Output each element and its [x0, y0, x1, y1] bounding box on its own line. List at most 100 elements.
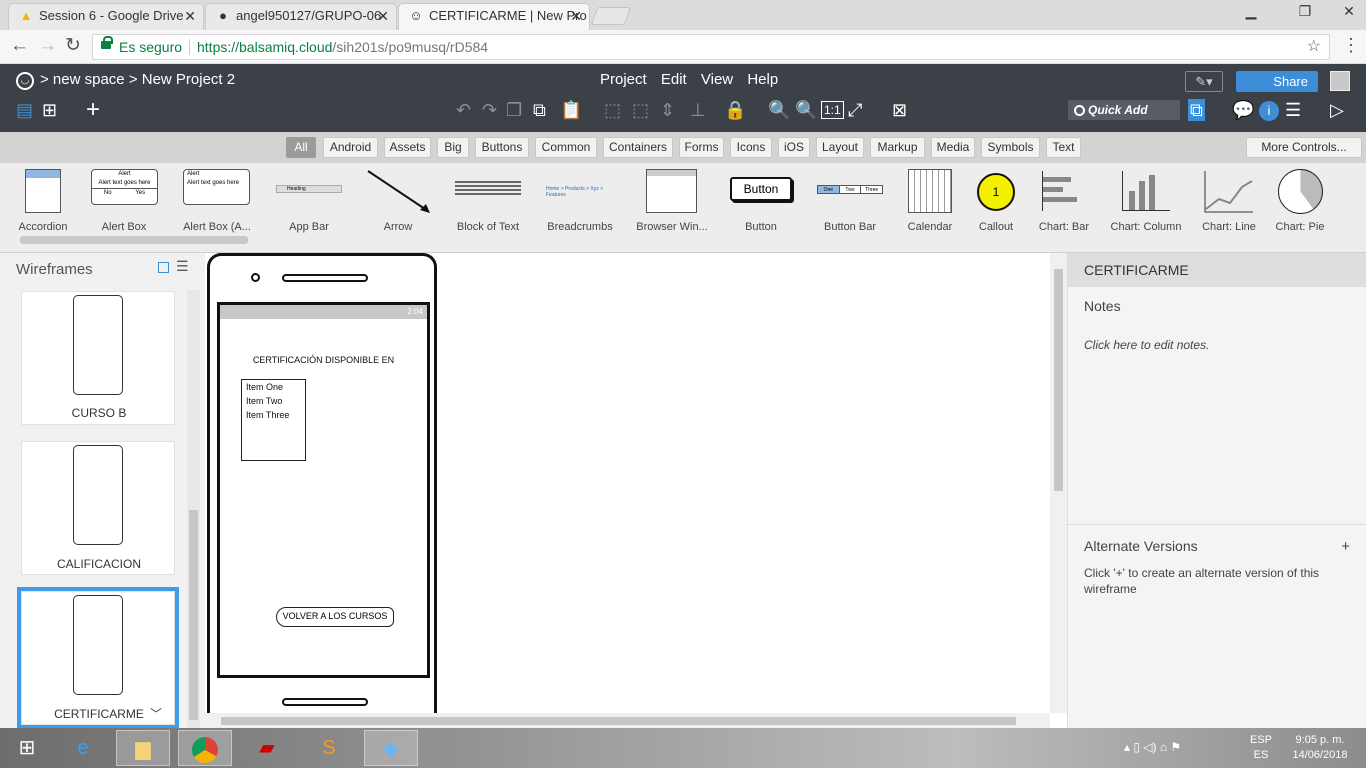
alert-box-android-thumb[interactable]: Alert Alert text goes here — [183, 169, 250, 205]
browser-menu-icon[interactable]: ⋮ — [1342, 35, 1360, 55]
menu-help[interactable]: Help — [747, 71, 778, 88]
category-forms[interactable]: Forms — [679, 137, 724, 158]
category-icons[interactable]: Icons — [730, 137, 772, 158]
library-item-label[interactable]: Alert Box — [74, 221, 174, 233]
language-indicator[interactable]: ESP ES — [1246, 733, 1276, 763]
copy-icon[interactable]: ❐ — [506, 99, 522, 121]
list-item[interactable]: Item Three — [242, 408, 305, 422]
paste-icon[interactable]: 📋 — [560, 99, 582, 121]
category-media[interactable]: Media — [931, 137, 975, 158]
list-view-toggle-icon[interactable]: ☰ — [176, 258, 189, 275]
chart-bar-thumb[interactable] — [1042, 171, 1084, 211]
user-avatar[interactable] — [1330, 71, 1350, 91]
chart-pie-thumb[interactable] — [1278, 169, 1323, 214]
close-tab-icon[interactable]: ✕ — [570, 4, 582, 28]
tab-google-drive[interactable]: ▲ Session 6 - Google Drive ✕ — [8, 3, 204, 30]
callout-thumb[interactable]: 1 — [977, 173, 1015, 211]
canvas-hscroll-thumb[interactable] — [221, 717, 1016, 725]
wireframe-card-calificacion[interactable]: CALIFICACION — [21, 441, 175, 575]
maximize-icon[interactable]: ❐ — [1290, 0, 1320, 24]
internet-explorer-icon[interactable]: e — [56, 730, 110, 766]
list-item[interactable]: Item One — [242, 380, 305, 394]
comments-icon[interactable]: 💬 — [1232, 99, 1254, 121]
minimize-icon[interactable]: ▁ — [1236, 0, 1266, 24]
notes-list-icon[interactable]: ☰ — [1285, 99, 1301, 121]
chart-line-thumb[interactable] — [1204, 171, 1254, 213]
calendar-thumb[interactable] — [908, 169, 952, 213]
close-tab-icon[interactable]: ✕ — [377, 4, 389, 28]
library-item-label[interactable]: Block of Text — [438, 221, 538, 233]
share-button[interactable]: Share — [1236, 71, 1318, 92]
category-containers[interactable]: Containers — [603, 137, 673, 158]
wireframe-title[interactable]: CERTIFICACIÓN DISPONIBLE EN — [220, 355, 427, 365]
sidebar-scroll-thumb[interactable] — [189, 510, 198, 720]
duplicate-icon[interactable]: ⧉ — [533, 99, 546, 121]
bookmark-star-icon[interactable]: ☆ — [1307, 35, 1321, 59]
category-markup[interactable]: Markup — [870, 137, 925, 158]
tab-certificarme[interactable]: ☺ CERTIFICARME | New Pro ✕ — [398, 3, 590, 31]
chrome-icon[interactable] — [178, 730, 232, 766]
distribute-icon[interactable]: ⊥ — [690, 99, 706, 121]
app-icon[interactable]: ◆ — [364, 730, 418, 766]
file-explorer-icon[interactable]: ▆ — [116, 730, 170, 766]
category-android[interactable]: Android — [323, 137, 378, 158]
align-icon[interactable]: ⇕ — [660, 99, 675, 121]
button-thumb[interactable]: Button — [730, 177, 792, 201]
thumbnail-view-icon[interactable] — [158, 262, 169, 273]
category-symbols[interactable]: Symbols — [981, 137, 1040, 158]
redo-icon[interactable]: ↷ — [482, 99, 497, 121]
browser-window-thumb[interactable] — [646, 169, 697, 213]
group-icon[interactable]: ⬚ — [604, 99, 621, 121]
arrow-icon[interactable] — [364, 167, 434, 215]
accordion-thumb[interactable] — [25, 169, 61, 213]
info-icon[interactable]: i — [1259, 101, 1279, 121]
library-item-label[interactable]: Button — [711, 221, 811, 233]
library-item-label[interactable]: Arrow — [348, 221, 448, 233]
fit-screen-icon[interactable]: ⤢ — [848, 99, 862, 121]
more-controls-button[interactable]: More Controls... — [1246, 137, 1362, 158]
menu-view[interactable]: View — [701, 71, 733, 88]
ungroup-icon[interactable]: ⬚ — [632, 99, 649, 121]
acrobat-icon[interactable]: ▰ — [240, 730, 294, 766]
reload-icon[interactable]: ↻ — [65, 36, 81, 55]
block-of-text-thumb[interactable] — [455, 181, 521, 197]
category-ios[interactable]: iOS — [778, 137, 810, 158]
category-buttons[interactable]: Buttons — [475, 137, 529, 158]
phone-frame[interactable]: 2:04 CERTIFICACIÓN DISPONIBLE EN Item On… — [207, 253, 437, 723]
sidebar-scrollbar[interactable] — [187, 290, 200, 728]
quick-add-input[interactable]: Quick Add — [1068, 100, 1180, 120]
list-item[interactable]: Item Two — [242, 394, 305, 408]
phone-screen[interactable]: 2:04 CERTIFICACIÓN DISPONIBLE EN Item On… — [217, 302, 430, 678]
wireframe-card-certificarme[interactable]: CERTIFICARME ﹀ — [17, 587, 179, 729]
zoom-out-icon[interactable]: 🔍 — [768, 99, 790, 121]
category-text[interactable]: Text — [1046, 137, 1081, 158]
chevron-down-icon[interactable]: ﹀ — [150, 705, 162, 722]
library-icon[interactable]: ⧉ — [1188, 99, 1205, 121]
lock-item-icon[interactable]: 🔒 — [724, 99, 746, 121]
category-big[interactable]: Big — [437, 137, 469, 158]
present-play-icon[interactable]: ▷ — [1330, 99, 1344, 121]
list-view-icon[interactable]: ▤ — [16, 99, 33, 121]
back-to-courses-button[interactable]: VOLVER A LOS CURSOS — [276, 607, 394, 627]
new-tab-button[interactable] — [590, 7, 632, 25]
close-tab-icon[interactable]: ✕ — [184, 4, 196, 28]
sublime-text-icon[interactable]: S — [302, 730, 356, 766]
button-bar-thumb[interactable]: One Two Three — [817, 185, 883, 194]
notes-field[interactable]: Click here to edit notes. — [1084, 337, 1352, 353]
taskbar-clock[interactable]: 9:05 p. m. 14/06/2018 — [1280, 733, 1360, 763]
chart-column-thumb[interactable] — [1122, 171, 1170, 211]
undo-icon[interactable]: ↶ — [456, 99, 471, 121]
library-scrollbar[interactable] — [20, 236, 248, 244]
editor-canvas[interactable]: 2:04 CERTIFICACIÓN DISPONIBLE EN Item On… — [205, 253, 1067, 728]
library-item-label[interactable]: Breadcrumbs — [530, 221, 630, 233]
back-arrow-icon[interactable]: ← — [10, 36, 29, 55]
breadcrumbs-thumb[interactable]: Home > Products > Xyz > Features — [546, 186, 616, 198]
system-tray-icons[interactable]: ▴ ▯ ◁) ⌂ ⚑ — [1124, 740, 1181, 754]
forward-arrow-icon[interactable]: → — [38, 36, 57, 55]
delete-icon[interactable]: ⊠ — [892, 99, 907, 121]
category-layout[interactable]: Layout — [816, 137, 864, 158]
category-common[interactable]: Common — [535, 137, 597, 158]
wireframe-list[interactable]: Item One Item Two Item Three — [241, 379, 306, 461]
canvas-vertical-scrollbar[interactable] — [1050, 253, 1067, 713]
library-item-label[interactable]: App Bar — [259, 221, 359, 233]
